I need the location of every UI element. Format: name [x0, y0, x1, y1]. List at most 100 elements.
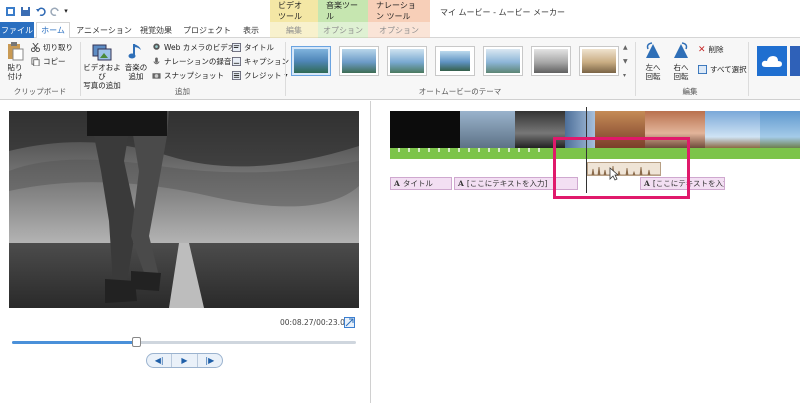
seek-bar[interactable]: [12, 337, 356, 347]
track-marker: [428, 148, 430, 152]
ribbon: 貼り 付け 切り取り コピー クリップボード ビデオおよび 写真の追加 音楽の …: [0, 38, 800, 100]
undo-icon[interactable]: [34, 5, 46, 17]
play-button[interactable]: ▶: [171, 354, 196, 367]
theme-thumbnail[interactable]: [531, 46, 571, 76]
copy-icon: [31, 57, 40, 66]
next-frame-button[interactable]: |▶: [196, 354, 222, 367]
redo-icon[interactable]: [49, 5, 61, 17]
track-marker: [418, 148, 420, 152]
track-marker: [538, 148, 540, 152]
track-marker: [488, 148, 490, 152]
copy-button[interactable]: コピー: [31, 56, 66, 67]
scissors-icon: [31, 43, 40, 52]
music-tools-label: 音楽ツール: [318, 0, 368, 22]
group-divider: [748, 42, 749, 96]
cut-label: 切り取り: [43, 43, 73, 52]
timecode: 00:08.27/00:23.00: [280, 318, 350, 327]
theme-thumbnail[interactable]: [291, 46, 331, 76]
theme-thumbnail[interactable]: [339, 46, 379, 76]
webcam-video-label: Web カメラのビデオ: [164, 43, 236, 52]
rotate-left-button[interactable]: 左へ 回転: [640, 41, 666, 81]
fullscreen-button[interactable]: [344, 317, 355, 328]
next-frame-icon: |▶: [205, 356, 215, 365]
cloud-icon: [761, 56, 782, 67]
select-all-label: すべて選択: [710, 65, 747, 74]
credits-icon: [232, 71, 241, 80]
preview-frame: [9, 111, 359, 308]
tab-animation[interactable]: アニメーション: [76, 22, 132, 38]
seek-thumb[interactable]: [131, 337, 141, 347]
tab-view[interactable]: 表示: [236, 22, 266, 38]
onedrive-button[interactable]: [757, 46, 787, 76]
tab-project[interactable]: プロジェクト: [182, 22, 232, 38]
tab-video-edit[interactable]: 編集: [270, 22, 318, 38]
tab-narration-options[interactable]: オプション: [368, 22, 430, 38]
paste-label: 貼り 付け: [7, 63, 23, 81]
seek-progress: [12, 341, 136, 344]
webcam-video-button[interactable]: Web カメラのビデオ: [152, 42, 235, 53]
scroll-up-icon[interactable]: ▲: [623, 42, 631, 53]
track-marker: [528, 148, 530, 152]
webcam-icon: [153, 43, 160, 50]
video-preview[interactable]: [9, 111, 359, 308]
tab-file[interactable]: ファイル: [0, 22, 34, 38]
scroll-down-icon[interactable]: ▼: [623, 56, 631, 67]
preview-pane: 00:08.27/00:23.00 ◀| ▶ |▶: [0, 101, 371, 403]
play-icon: ▶: [181, 356, 188, 365]
expand-gallery-icon[interactable]: ▾: [623, 70, 631, 81]
theme-thumbnail[interactable]: [435, 46, 475, 76]
theme-thumbnail[interactable]: [579, 46, 619, 76]
track-marker: [478, 148, 480, 152]
track-marker: [448, 148, 450, 152]
music-note-icon: [128, 44, 141, 59]
clip-frame[interactable]: [705, 111, 760, 148]
title-button[interactable]: タイトル: [232, 42, 274, 53]
title-label: タイトル: [244, 43, 274, 52]
app-menu-icon[interactable]: [4, 5, 16, 17]
credits-button[interactable]: クレジット ▾: [232, 70, 288, 81]
copy-label: コピー: [43, 57, 66, 66]
clip-frame[interactable]: [390, 111, 460, 148]
tab-music-options[interactable]: オプション: [318, 22, 368, 38]
edit-group-label: 編集: [682, 87, 698, 96]
delete-button[interactable]: ✕ 削除: [698, 44, 724, 55]
clip-frame[interactable]: [760, 111, 800, 148]
text-a-icon: A: [394, 179, 400, 188]
previous-frame-icon: ◀|: [154, 356, 164, 365]
rotate-right-button[interactable]: 右へ 回転: [668, 41, 694, 81]
text-a-icon: A: [458, 179, 464, 188]
clip-frame[interactable]: [460, 111, 515, 148]
context-tool-labels: ビデオ ツール 音楽ツール ナレーション ツール: [270, 0, 430, 22]
tab-visual-effects[interactable]: 視覚効果: [134, 22, 178, 38]
add-music-label: 音楽の 追加: [124, 63, 148, 81]
add-videos-photos-button[interactable]: ビデオおよび 写真の追加: [82, 41, 122, 90]
track-marker: [398, 148, 400, 152]
rotate-right-label: 右へ 回転: [673, 63, 689, 81]
snapshot-button[interactable]: スナップショット: [152, 70, 224, 81]
track-marker: [408, 148, 410, 152]
record-narration-button[interactable]: ナレーションの録音 ▾: [152, 56, 237, 67]
customize-qat-icon[interactable]: ▾: [62, 5, 70, 17]
playback-controls: ◀| ▶ |▶: [146, 353, 223, 368]
sign-in-button[interactable]: [790, 46, 800, 76]
caption-icon: [232, 57, 241, 66]
track-marker: [458, 148, 460, 152]
select-all-button[interactable]: すべて選択: [698, 64, 747, 75]
theme-thumbnail[interactable]: [483, 46, 523, 76]
save-icon[interactable]: [19, 5, 31, 17]
select-all-icon: [698, 65, 707, 74]
record-narration-label: ナレーションの録音: [164, 57, 232, 66]
title-caption[interactable]: A タイトル: [390, 177, 452, 190]
track-marker: [498, 148, 500, 152]
caption-button[interactable]: キャプション: [232, 56, 289, 67]
theme-thumbnail[interactable]: [387, 46, 427, 76]
paste-button[interactable]: 貼り 付け: [4, 41, 26, 81]
clipboard-group-label: クリップボード: [13, 87, 67, 96]
add-music-button[interactable]: 音楽の 追加: [123, 41, 149, 81]
cut-button[interactable]: 切り取り: [31, 42, 73, 53]
tab-home[interactable]: ホーム: [36, 22, 70, 38]
movie-maker-window: ▾ ビデオ ツール 音楽ツール ナレーション ツール マイ ムービー - ムービ…: [0, 0, 800, 403]
narration-tools-label: ナレーション ツール: [368, 0, 430, 22]
video-tools-label: ビデオ ツール: [270, 0, 318, 22]
previous-frame-button[interactable]: ◀|: [147, 354, 171, 367]
